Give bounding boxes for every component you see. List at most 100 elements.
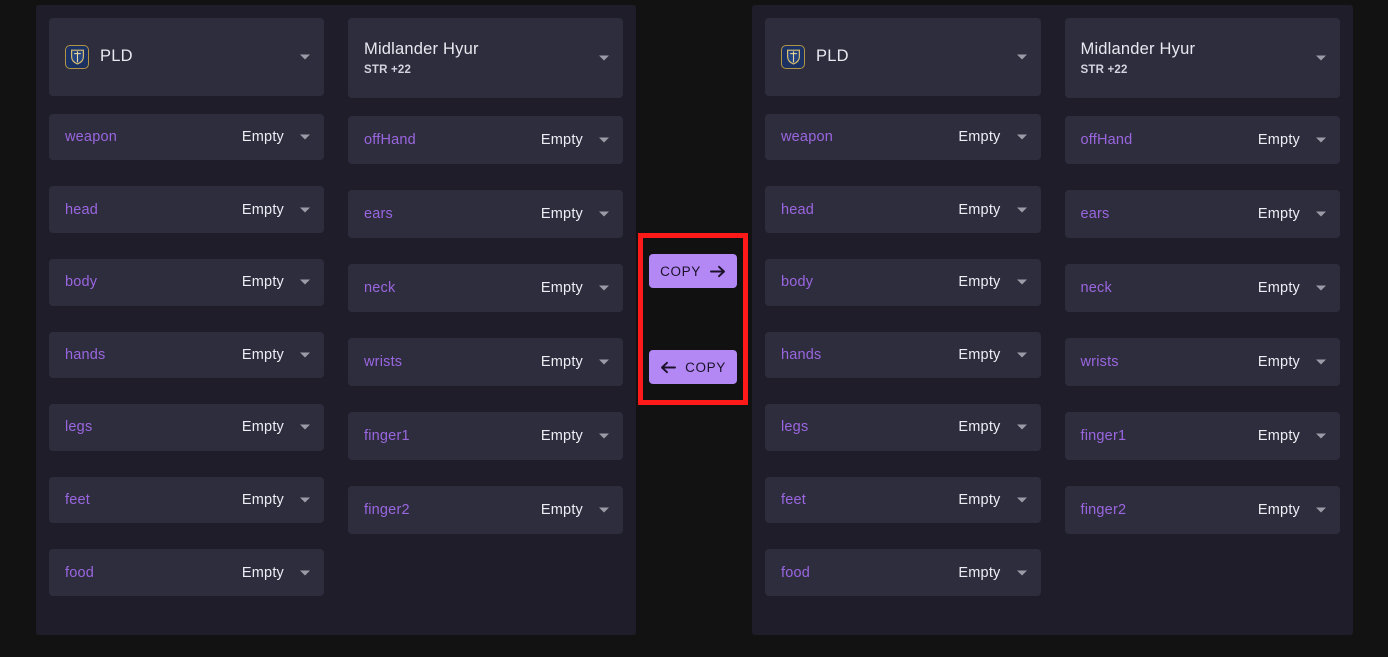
- slot-row[interactable]: feet Empty: [765, 476, 1041, 524]
- slot-value: Empty: [540, 132, 583, 148]
- chevron-down-icon: [1016, 424, 1027, 430]
- race-label: Midlander Hyur: [364, 40, 479, 59]
- slot-value: Empty: [958, 128, 1001, 145]
- slot-value: Empty: [958, 492, 1001, 509]
- race-label: Midlander Hyur: [1080, 40, 1196, 59]
- slot-value: Empty: [540, 428, 583, 444]
- chevron-down-icon: [1016, 497, 1027, 503]
- slot-label: legs: [781, 419, 809, 436]
- slot-label: neck: [364, 280, 396, 296]
- slot-row[interactable]: hands Empty: [765, 331, 1041, 379]
- slot-value: Empty: [1257, 354, 1300, 370]
- slot-label: feet: [65, 492, 90, 509]
- chevron-down-icon: [599, 359, 609, 365]
- slot-row[interactable]: offHand Empty: [1064, 116, 1340, 164]
- slot-row[interactable]: body Empty: [765, 258, 1041, 306]
- slot-label: finger2: [364, 502, 410, 518]
- chevron-down-icon: [300, 134, 310, 140]
- slot-value: Empty: [241, 128, 284, 145]
- chevron-down-icon: [1016, 207, 1027, 213]
- slot-label: offHand: [1080, 132, 1133, 148]
- slot-label: hands: [781, 346, 822, 363]
- slot-row[interactable]: neck Empty: [1064, 264, 1340, 312]
- chevron-down-icon: [1316, 285, 1326, 291]
- slot-row[interactable]: offHand Empty: [348, 116, 623, 164]
- right-column-primary: PLD weapon Empty head Empty body Empty h…: [765, 18, 1041, 622]
- race-selector-right[interactable]: Midlander Hyur STR +22: [1064, 18, 1340, 98]
- chevron-down-icon: [1316, 507, 1326, 513]
- slot-value: Empty: [958, 419, 1001, 436]
- slot-row[interactable]: finger1 Empty: [1064, 412, 1340, 460]
- slot-row[interactable]: wrists Empty: [348, 338, 623, 386]
- copy-to-left-button[interactable]: COPY: [649, 350, 737, 384]
- chevron-down-icon: [1316, 137, 1326, 143]
- app-root: PLD weapon Empty head Empty body Empty h…: [0, 0, 1388, 657]
- slot-label: hands: [65, 346, 106, 363]
- left-column-primary: PLD weapon Empty head Empty body Empty h…: [49, 18, 324, 622]
- race-stat-bonus: STR +22: [1080, 63, 1128, 76]
- slot-row[interactable]: hands Empty: [49, 331, 324, 379]
- slot-label: weapon: [781, 128, 833, 145]
- chevron-down-icon: [1016, 570, 1027, 576]
- slot-row[interactable]: weapon Empty: [765, 113, 1041, 161]
- slot-row[interactable]: ears Empty: [1064, 190, 1340, 238]
- slot-row[interactable]: finger2 Empty: [1064, 486, 1340, 534]
- chevron-down-icon: [599, 137, 609, 143]
- slot-row[interactable]: finger1 Empty: [348, 412, 623, 460]
- copy-to-left-label: COPY: [685, 359, 726, 375]
- slot-value: Empty: [241, 419, 284, 436]
- gearset-panel-left: PLD weapon Empty head Empty body Empty h…: [36, 5, 636, 635]
- copy-to-right-button[interactable]: COPY: [649, 254, 737, 288]
- slot-value: Empty: [1257, 280, 1300, 296]
- slot-label: legs: [65, 419, 93, 436]
- slot-value: Empty: [540, 502, 583, 518]
- slot-row[interactable]: ears Empty: [348, 190, 623, 238]
- slot-row[interactable]: weapon Empty: [49, 113, 324, 161]
- chevron-down-icon: [300, 424, 310, 430]
- slot-row[interactable]: finger2 Empty: [348, 486, 623, 534]
- slot-row[interactable]: feet Empty: [49, 476, 324, 524]
- chevron-down-icon: [1316, 433, 1326, 439]
- slot-value: Empty: [241, 274, 284, 291]
- slot-label: wrists: [364, 354, 403, 370]
- slot-value: Empty: [540, 354, 583, 370]
- slot-label: head: [781, 201, 815, 218]
- slot-value: Empty: [1257, 502, 1300, 518]
- slot-row[interactable]: body Empty: [49, 258, 324, 306]
- slot-value: Empty: [958, 201, 1001, 218]
- slot-label: ears: [364, 206, 394, 222]
- slot-row[interactable]: legs Empty: [49, 404, 324, 451]
- copy-controls-highlight: COPY COPY: [638, 233, 748, 405]
- chevron-down-icon: [1316, 55, 1326, 61]
- paladin-job-icon: [65, 44, 89, 69]
- slot-row[interactable]: head Empty: [49, 186, 324, 233]
- job-label: PLD: [100, 47, 133, 66]
- chevron-down-icon: [599, 285, 609, 291]
- slot-row[interactable]: neck Empty: [348, 264, 623, 312]
- chevron-down-icon: [599, 55, 609, 61]
- slot-value: Empty: [1257, 132, 1300, 148]
- slot-value: Empty: [540, 206, 583, 222]
- slot-row[interactable]: food Empty: [49, 549, 324, 596]
- slot-row[interactable]: food Empty: [765, 549, 1041, 596]
- slot-value: Empty: [958, 274, 1001, 291]
- slot-row[interactable]: wrists Empty: [1064, 338, 1340, 386]
- slot-value: Empty: [241, 564, 284, 581]
- slot-value: Empty: [1257, 206, 1300, 222]
- job-label: PLD: [816, 47, 849, 66]
- job-selector-left[interactable]: PLD: [49, 18, 324, 96]
- right-column-secondary: Midlander Hyur STR +22 offHand Empty ear…: [1064, 18, 1340, 622]
- chevron-down-icon: [599, 433, 609, 439]
- job-selector-right[interactable]: PLD: [765, 18, 1041, 96]
- slot-label: body: [781, 274, 814, 291]
- slot-value: Empty: [958, 564, 1001, 581]
- slot-row[interactable]: legs Empty: [765, 404, 1041, 451]
- slot-label: weapon: [65, 128, 117, 145]
- slot-label: food: [781, 564, 811, 581]
- slot-label: feet: [781, 492, 806, 509]
- slot-label: finger1: [364, 428, 410, 444]
- slot-label: ears: [1080, 206, 1110, 222]
- slot-value: Empty: [241, 201, 284, 218]
- slot-row[interactable]: head Empty: [765, 186, 1041, 233]
- race-selector-left[interactable]: Midlander Hyur STR +22: [348, 18, 623, 98]
